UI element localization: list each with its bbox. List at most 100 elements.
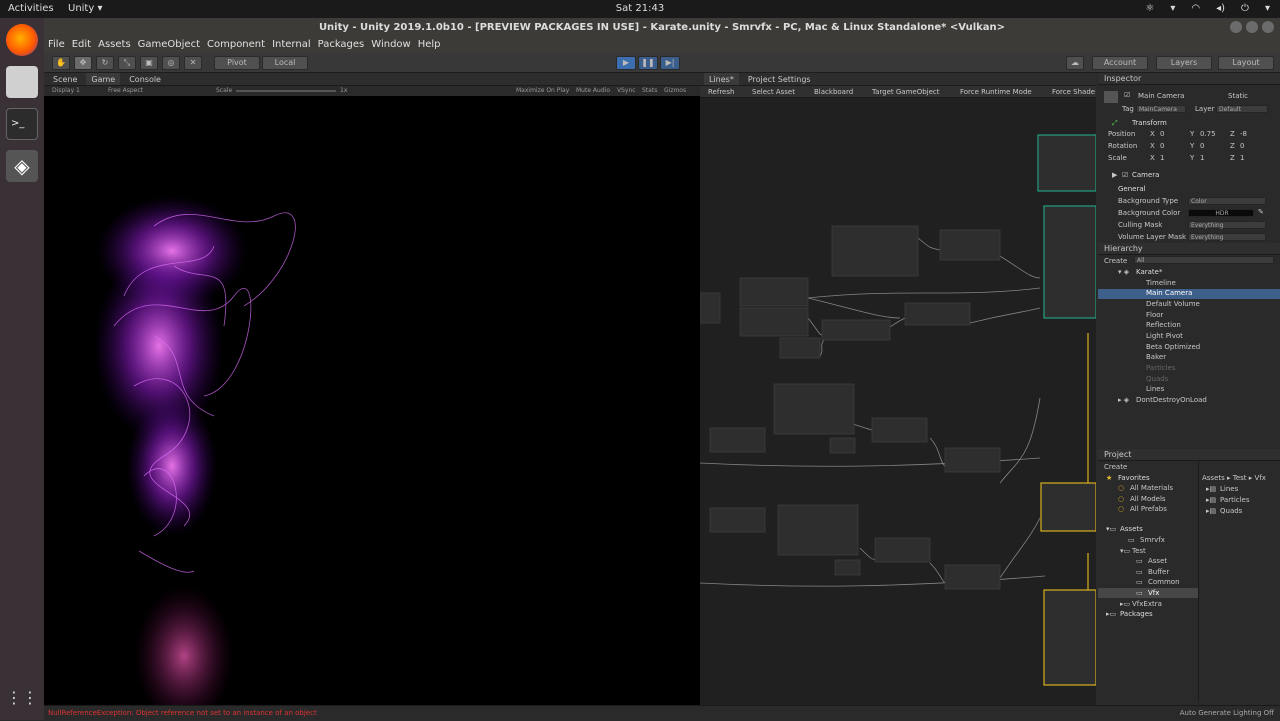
position-y[interactable]: 0.75 [1200, 130, 1216, 138]
project-tree-item[interactable]: Buffer [1148, 568, 1169, 576]
project-tree-item[interactable]: Test [1132, 547, 1146, 555]
camera-enabled-checkbox[interactable]: ☑ [1122, 171, 1128, 179]
force-runtime-mode-button[interactable]: Force Runtime Mode [960, 86, 1032, 98]
clock[interactable]: Sat 21:43 [0, 3, 1280, 14]
tag-dropdown[interactable]: MainCamera [1136, 105, 1186, 113]
culling-mask-dropdown[interactable]: Everything [1188, 221, 1266, 229]
step-button[interactable]: ▶| [660, 56, 680, 70]
rect-tool-icon[interactable]: ▣ [140, 56, 158, 70]
account-dropdown[interactable]: Account [1092, 56, 1148, 70]
scene-name[interactable]: Karate* [1136, 268, 1162, 276]
vsync-toggle[interactable]: VSync [617, 86, 636, 96]
hierarchy-item[interactable]: Timeline [1146, 279, 1176, 287]
graph-node[interactable] [773, 383, 855, 435]
scale-y[interactable]: 1 [1200, 154, 1204, 162]
object-active-checkbox[interactable]: ☑ [1124, 91, 1130, 99]
graph-node[interactable] [777, 504, 859, 556]
hierarchy-title[interactable]: Hierarchy [1104, 244, 1143, 253]
menu-assets[interactable]: Assets [98, 37, 131, 53]
graph-node[interactable] [709, 427, 766, 453]
project-file[interactable]: Particles [1220, 496, 1250, 504]
layout-dropdown[interactable]: Layout [1218, 56, 1274, 70]
menu-file[interactable]: File [48, 37, 65, 53]
general-foldout[interactable]: General [1118, 185, 1146, 193]
power-icon[interactable]: ⏻ [1241, 3, 1249, 14]
background-type-dropdown[interactable]: Color [1188, 197, 1266, 205]
spawn-context[interactable] [1037, 134, 1096, 192]
force-shader-button[interactable]: Force Shade [1052, 86, 1095, 98]
position-x[interactable]: 0 [1160, 130, 1164, 138]
hierarchy-item[interactable]: Default Volume [1146, 300, 1200, 308]
app-menu[interactable]: Unity ▾ [68, 3, 102, 14]
chevron-down-icon[interactable]: ▾ [1265, 3, 1270, 14]
graph-node[interactable] [739, 277, 809, 307]
favorite-item[interactable]: All Models [1130, 495, 1166, 503]
local-toggle[interactable]: Local [262, 56, 308, 70]
layer-dropdown[interactable]: Default [1216, 105, 1268, 113]
scale-slider[interactable] [236, 90, 336, 92]
rotation-y[interactable]: 0 [1200, 142, 1204, 150]
tab-scene[interactable]: Scene [48, 73, 82, 85]
update-context[interactable] [1040, 482, 1096, 532]
project-tree-item[interactable]: Vfx [1148, 589, 1159, 597]
graph-node[interactable] [904, 302, 971, 326]
aspect-dropdown[interactable]: Free Aspect [108, 86, 143, 96]
hierarchy-item[interactable]: Quads [1146, 375, 1168, 383]
rotate-tool-icon[interactable]: ↻ [96, 56, 114, 70]
output-context[interactable] [1043, 589, 1096, 686]
dontdestroy-scene[interactable]: DontDestroyOnLoad [1136, 396, 1207, 404]
project-tree-item[interactable]: Asset [1148, 557, 1167, 565]
tab-lines[interactable]: Lines* [704, 73, 739, 85]
object-name-field[interactable]: Main Camera [1138, 92, 1184, 100]
hierarchy-create-button[interactable]: Create [1104, 257, 1127, 265]
hierarchy-item[interactable]: Reflection [1146, 321, 1181, 329]
menu-internal[interactable]: Internal [272, 37, 311, 53]
error-message[interactable]: NullReferenceException: Object reference… [48, 706, 317, 721]
maximize-button[interactable] [1246, 21, 1258, 33]
layers-dropdown[interactable]: Layers [1156, 56, 1212, 70]
unity-icon[interactable]: ◈ [6, 150, 38, 182]
favorite-item[interactable]: All Prefabs [1130, 505, 1167, 513]
node-graph[interactable] [700, 98, 1096, 705]
rotation-z[interactable]: 0 [1240, 142, 1244, 150]
app-grid-icon[interactable]: ⋮⋮ [6, 682, 38, 714]
project-tree-item[interactable]: Common [1148, 578, 1180, 586]
graph-node[interactable] [831, 225, 919, 277]
select-asset-button[interactable]: Select Asset [752, 86, 795, 98]
static-checkbox[interactable]: Static [1228, 92, 1248, 100]
tab-console[interactable]: Console [124, 73, 166, 85]
blackboard-button[interactable]: Blackboard [814, 86, 853, 98]
pivot-toggle[interactable]: Pivot [214, 56, 260, 70]
graph-node[interactable] [944, 564, 1001, 590]
packages-folder[interactable]: Packages [1120, 610, 1153, 618]
menu-help[interactable]: Help [418, 37, 441, 53]
files-icon[interactable] [6, 66, 38, 98]
scale-tool-icon[interactable]: ⤡ [118, 56, 136, 70]
assets-folder[interactable]: Assets [1120, 525, 1143, 533]
position-z[interactable]: -8 [1240, 130, 1247, 138]
graph-node[interactable] [829, 437, 856, 454]
project-breadcrumb[interactable]: Assets ▸ Test ▸ Vfx [1202, 474, 1266, 482]
graph-node[interactable] [739, 307, 809, 337]
pause-button[interactable]: ❚❚ [638, 56, 658, 70]
hierarchy-item[interactable]: Main Camera [1146, 289, 1192, 297]
scale-x[interactable]: 1 [1160, 154, 1164, 162]
close-button[interactable] [1262, 21, 1274, 33]
hierarchy-item[interactable]: Floor [1146, 311, 1163, 319]
transform-header[interactable]: Transform [1132, 119, 1167, 127]
hand-tool-icon[interactable]: ✋ [52, 56, 70, 70]
initialize-context[interactable] [1043, 205, 1096, 319]
hierarchy-item[interactable]: Baker [1146, 353, 1166, 361]
camera-header[interactable]: Camera [1132, 171, 1159, 179]
hierarchy-item[interactable]: Particles [1146, 364, 1176, 372]
inspector-title[interactable]: Inspector [1104, 74, 1141, 83]
graph-node[interactable] [939, 229, 1001, 261]
menu-window[interactable]: Window [371, 37, 410, 53]
display-dropdown[interactable]: Display 1 [52, 86, 80, 96]
favorite-item[interactable]: All Materials [1130, 484, 1173, 492]
stats-toggle[interactable]: Stats [642, 86, 657, 96]
project-file[interactable]: Quads [1220, 507, 1242, 515]
graph-node[interactable] [709, 507, 766, 533]
graph-node[interactable] [944, 447, 1001, 473]
graph-node[interactable] [700, 292, 721, 324]
